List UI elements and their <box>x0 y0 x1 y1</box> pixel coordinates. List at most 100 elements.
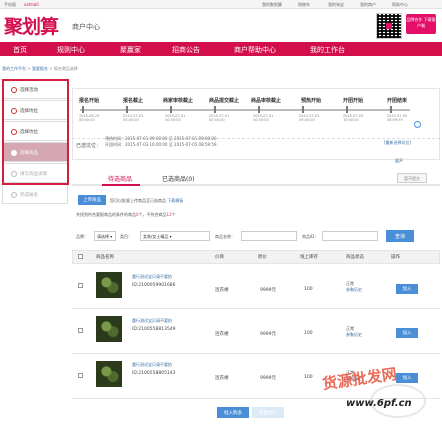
top-utility-bar: 手机版 xstmall 我的聚划算 购物车 我的淘宝 我的商户 帮助中心 <box>0 0 442 9</box>
timeline-step-label: 开团结束 <box>387 98 408 104</box>
bulk-add-button[interactable]: 批入购多 <box>217 407 249 418</box>
product-name-link[interactable]: 重行测试宝贝请不要拍 <box>132 318 172 324</box>
no-submit-button[interactable]: 暂不提交 <box>397 173 427 183</box>
product-category: 连衣裙 <box>215 376 229 381</box>
product-stock: 100 <box>304 331 313 336</box>
group-time: 开团时间：2015-07-03 10:00:00 至 2015-07-05 08… <box>105 142 217 147</box>
nav-home[interactable]: 首页 <box>13 45 27 55</box>
product-status: 正常 参聚历史 <box>346 326 362 338</box>
chevron-down-icon: ▾ <box>169 234 172 239</box>
timeline-step-date: 2015-06-29 00:00:00 <box>79 114 100 122</box>
chevron-down-icon: ▾ <box>110 234 113 239</box>
history-link[interactable]: 参聚历史 <box>346 332 362 338</box>
timeline-tick <box>82 106 84 113</box>
category-select[interactable]: 女装/女士精品 ▾ <box>140 231 210 241</box>
nav-help[interactable]: 商户帮助中心 <box>234 45 276 55</box>
product-orig-price: 9999元 <box>260 332 276 337</box>
timeline-step-date: 2015-07-01 00:00:00 <box>165 114 186 122</box>
brand-select[interactable]: 请选择 ▾ <box>94 231 116 241</box>
bulk-join-button[interactable]: 批量加入 <box>252 407 284 418</box>
row-checkbox[interactable] <box>78 283 83 288</box>
add-product-button[interactable]: 加入 <box>396 284 418 294</box>
reselect-slot-link[interactable]: [重新选择坑位] <box>384 140 411 146</box>
tab-pending-products[interactable]: 待选商品 <box>108 174 132 183</box>
col-orig: 原价 <box>258 255 267 260</box>
topbar-link-help[interactable]: 帮助中心 <box>392 2 408 8</box>
sidebar-item-complete: 完成报名 <box>2 184 68 204</box>
pending-step-icon <box>11 192 17 198</box>
upload-products-button[interactable]: 上传商品 <box>78 195 106 205</box>
timeline-tick <box>346 106 348 113</box>
product-orig-price: 9999元 <box>260 288 276 293</box>
history-link[interactable]: 参聚历史 <box>346 287 362 293</box>
col-stock: 线上库存 <box>300 255 318 260</box>
product-id-input[interactable] <box>322 231 378 241</box>
timeline-step-date: 2015-07-05 08:59:59 <box>387 114 408 122</box>
timeline-step-label: 预热开始 <box>301 98 322 104</box>
table-row <box>72 310 440 354</box>
table-header <box>72 250 440 264</box>
upload-hint: 您可以批量上传商品至已选商品 下载模板 <box>110 198 184 203</box>
topbar-link-jhs[interactable]: 我的聚划算 <box>262 2 282 8</box>
product-name-input[interactable] <box>241 231 297 241</box>
nav-notice[interactable]: 招商公告 <box>172 45 200 55</box>
nav-rules[interactable]: 规则中心 <box>57 45 85 55</box>
user-link[interactable]: xstmall <box>24 2 39 7</box>
completed-steps-highlight <box>2 79 69 185</box>
product-name-link[interactable]: 重行测试宝贝请不要拍 <box>132 274 172 280</box>
topbar-link-taobao[interactable]: 我的淘宝 <box>328 2 344 8</box>
nav-winner[interactable]: 聚赢家 <box>120 45 141 55</box>
download-template-link[interactable]: 下载模板 <box>167 198 183 203</box>
search-button[interactable]: 查询 <box>386 230 414 242</box>
product-category: 连衣裙 <box>215 332 229 337</box>
product-thumbnail[interactable] <box>96 361 122 387</box>
row-checkbox[interactable] <box>78 328 83 333</box>
timeline-end-marker-icon <box>414 121 421 128</box>
product-thumbnail[interactable] <box>96 272 122 298</box>
main-nav: 首页 规则中心 聚赢家 招商公告 商户帮助中心 我的工作台 <box>0 42 442 56</box>
select-all-checkbox[interactable] <box>78 254 83 259</box>
row-checkbox[interactable] <box>78 373 83 378</box>
nav-workspace[interactable]: 我的工作台 <box>310 45 345 55</box>
product-id: ID:2100558805143 <box>132 371 176 376</box>
add-product-button[interactable]: 加入 <box>396 328 418 338</box>
product-name-link[interactable]: 重行测试宝贝请不要拍 <box>132 362 172 368</box>
timeline-tick <box>302 106 304 113</box>
product-thumbnail[interactable] <box>96 316 122 342</box>
timeline-tick <box>170 106 172 113</box>
timeline-tick <box>126 106 128 113</box>
tab-selected-products[interactable]: 已选商品(0) <box>162 174 195 183</box>
col-action: 操作 <box>391 255 400 260</box>
product-id-label: 商品ID： <box>302 234 319 239</box>
breadcrumb-signup[interactable]: 我要报名 <box>32 66 48 71</box>
product-category: 连衣裙 <box>215 288 229 293</box>
col-price: 价目 <box>215 255 224 260</box>
topbar-link-cart[interactable]: 购物车 <box>298 2 310 8</box>
result-count: 共找到符合要报商品的条件的商品0个，不符合商品12个 <box>76 212 176 217</box>
table-row <box>72 265 440 309</box>
topbar-link-merchant[interactable]: 我的商户 <box>360 2 376 8</box>
active-tab-indicator <box>102 184 140 186</box>
breadcrumb: 我的工作平台 > 我要报名 > 报名商品选择 <box>2 66 78 71</box>
promo-badge[interactable]: 品牌合作 下载客户端 <box>406 14 436 34</box>
product-id: ID:2100059901686 <box>132 283 176 288</box>
timeline-step-date: 2015-07-01 00:00:00 <box>123 114 144 122</box>
timeline-step-label: 商家审核截止 <box>163 98 194 104</box>
mobile-link[interactable]: 手机版 <box>4 2 16 8</box>
product-id: ID:2100558813549 <box>132 327 176 332</box>
timeline-step-date: 2015-07-01 09:00:00 <box>299 114 320 122</box>
timeline-tick <box>214 106 216 113</box>
product-stock: 100 <box>304 287 313 292</box>
product-status: 正常 参聚历史 <box>346 281 362 293</box>
col-status: 商品状态 <box>346 255 364 260</box>
timeline-step-date: 2015-07-01 00:00:00 <box>209 114 230 122</box>
breadcrumb-current: 报名商品选择 <box>53 66 78 71</box>
logo[interactable]: 聚划算 <box>4 12 59 39</box>
timeline-tick <box>258 106 260 113</box>
category-label: 类目： <box>120 234 132 239</box>
expand-link[interactable]: 展开 <box>395 158 403 164</box>
breadcrumb-workspace[interactable]: 我的工作平台 <box>2 66 26 71</box>
add-product-button[interactable]: 加入 <box>396 373 418 383</box>
timeline-step-date: 2015-07-01 00:00:00 <box>253 114 274 122</box>
selected-slot-times: 预热时间：2015-07-01 09:00:00 至 2015-07-01 09… <box>105 136 217 148</box>
